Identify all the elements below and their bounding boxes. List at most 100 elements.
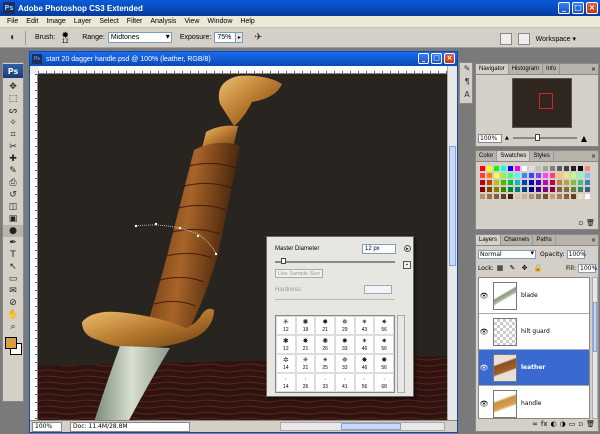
color-swatch[interactable] xyxy=(528,165,535,172)
navigator-view-box[interactable] xyxy=(539,93,553,109)
brush-icon[interactable]: ✎ xyxy=(3,165,23,177)
healing-icon[interactable]: ✚ xyxy=(3,153,23,165)
color-swatch[interactable] xyxy=(507,186,514,193)
color-swatch[interactable] xyxy=(500,172,507,179)
brush-preset[interactable]: ✶ 43 xyxy=(354,316,375,335)
navigator-zoom-slider[interactable] xyxy=(512,134,577,141)
diameter-slider-knob[interactable] xyxy=(281,258,286,264)
menu-select[interactable]: Select xyxy=(95,18,122,25)
color-swatch[interactable] xyxy=(507,193,514,200)
color-swatch[interactable] xyxy=(542,186,549,193)
exposure-input[interactable]: 75% xyxy=(214,32,237,43)
panel-close-icon[interactable]: × xyxy=(591,237,596,244)
color-swatch[interactable] xyxy=(479,172,486,179)
color-swatch[interactable] xyxy=(507,172,514,179)
hardness-input[interactable] xyxy=(364,285,392,294)
path-select-icon[interactable]: ↖ xyxy=(3,261,23,273)
minimize-button[interactable]: _ xyxy=(558,2,570,14)
brush-preset[interactable]: ✺ 19 xyxy=(295,316,316,335)
color-swatch[interactable] xyxy=(570,165,577,172)
color-swatch[interactable] xyxy=(500,179,507,186)
notes-icon[interactable]: ✉ xyxy=(3,285,23,297)
menu-file[interactable]: File xyxy=(3,18,22,25)
color-swatch[interactable] xyxy=(493,193,500,200)
visibility-eye-icon[interactable]: 👁 xyxy=(479,400,489,408)
navigator-preview[interactable] xyxy=(512,78,572,128)
panel-close-icon[interactable]: × xyxy=(591,66,596,73)
color-swatch[interactable] xyxy=(514,193,521,200)
tab-styles[interactable]: Styles xyxy=(530,151,554,161)
new-group-icon[interactable]: ▭ xyxy=(569,420,576,428)
delete-swatch-icon[interactable]: 🗑 xyxy=(586,219,595,227)
menu-window[interactable]: Window xyxy=(203,18,236,25)
color-swatch[interactable] xyxy=(479,179,486,186)
use-sample-size-button[interactable]: Use Sample Size xyxy=(275,269,323,278)
hardness-slider[interactable] xyxy=(275,299,395,300)
color-swatch[interactable] xyxy=(514,179,521,186)
color-swatch[interactable] xyxy=(500,165,507,172)
color-swatch[interactable] xyxy=(528,179,535,186)
color-swatch[interactable] xyxy=(542,165,549,172)
color-swatch[interactable] xyxy=(570,186,577,193)
tab-paths[interactable]: Paths xyxy=(533,235,556,245)
color-swatch[interactable] xyxy=(521,172,528,179)
gradient-icon[interactable]: ▣ xyxy=(3,213,23,225)
maximize-button[interactable]: □ xyxy=(572,2,584,14)
brush-preset[interactable]: ✵ 29 xyxy=(334,316,355,335)
color-swatch[interactable] xyxy=(535,193,542,200)
eyedropper-icon[interactable]: ⊘ xyxy=(3,297,23,309)
layer-row[interactable]: 👁 blade xyxy=(479,278,589,314)
tab-info[interactable]: Info xyxy=(543,64,561,74)
link-layers-icon[interactable]: ∞ xyxy=(532,420,538,428)
menu-help[interactable]: Help xyxy=(236,18,258,25)
tab-layers[interactable]: Layers xyxy=(476,235,502,245)
color-swatch[interactable] xyxy=(549,186,556,193)
brush-preset[interactable]: ✴ 25 xyxy=(315,354,335,373)
blend-mode-select[interactable]: Normal xyxy=(478,249,536,259)
palette-well-icon[interactable] xyxy=(499,33,512,45)
visibility-eye-icon[interactable]: 👁 xyxy=(479,328,489,336)
color-swatch[interactable] xyxy=(563,179,570,186)
color-swatch[interactable] xyxy=(479,193,486,200)
color-swatch[interactable] xyxy=(556,179,563,186)
color-swatch[interactable] xyxy=(535,165,542,172)
magic-wand-icon[interactable]: ✧ xyxy=(3,117,23,129)
menu-filter[interactable]: Filter xyxy=(123,18,147,25)
menu-edit[interactable]: Edit xyxy=(22,18,42,25)
brush-preset[interactable]: ✳ 21 xyxy=(295,354,316,373)
brush-grid-scrollbar[interactable] xyxy=(397,315,405,393)
tab-navigator[interactable]: Navigator xyxy=(476,64,509,74)
brush-preset[interactable]: · 68 xyxy=(374,373,394,392)
color-swatch[interactable] xyxy=(486,172,493,179)
color-swatch[interactable] xyxy=(521,165,528,172)
color-swatch[interactable] xyxy=(563,172,570,179)
brush-preset[interactable]: ✲ 14 xyxy=(276,354,296,373)
doc-size-info[interactable]: Doc: 11.4M/28.8M xyxy=(70,421,190,432)
color-swatch[interactable] xyxy=(570,193,577,200)
menu-layer[interactable]: Layer xyxy=(70,18,96,25)
type-icon[interactable]: T xyxy=(3,249,23,261)
color-swatch[interactable] xyxy=(577,165,584,172)
color-swatch[interactable] xyxy=(500,186,507,193)
color-swatch[interactable] xyxy=(493,179,500,186)
master-diameter-slider[interactable] xyxy=(275,258,395,264)
color-swatch[interactable] xyxy=(479,186,486,193)
zoom-in-icon[interactable]: ▲ xyxy=(581,134,587,143)
brush-preset[interactable]: · 26 xyxy=(295,373,316,392)
zoom-out-icon[interactable]: ▲ xyxy=(505,135,509,141)
brush-preset[interactable]: ✶ 46 xyxy=(354,335,375,354)
color-swatch[interactable] xyxy=(584,179,591,186)
history-brush-icon[interactable]: ↺ xyxy=(3,189,23,201)
stamp-icon[interactable]: ⎙ xyxy=(3,177,23,189)
slice-icon[interactable]: ✂ xyxy=(3,141,23,153)
color-swatch[interactable] xyxy=(542,193,549,200)
navigator-zoom-field[interactable]: 100% xyxy=(478,133,502,143)
color-swatch[interactable] xyxy=(521,186,528,193)
brush-preset[interactable]: ✸ 21 xyxy=(295,335,316,354)
doc-maximize-button[interactable]: □ xyxy=(431,53,442,64)
navigator-zoom-knob[interactable] xyxy=(534,134,540,141)
color-swatch[interactable] xyxy=(521,179,528,186)
tab-color[interactable]: Color xyxy=(476,151,498,161)
close-button[interactable]: × xyxy=(586,2,598,14)
layer-list-scrollbar[interactable] xyxy=(592,277,598,419)
